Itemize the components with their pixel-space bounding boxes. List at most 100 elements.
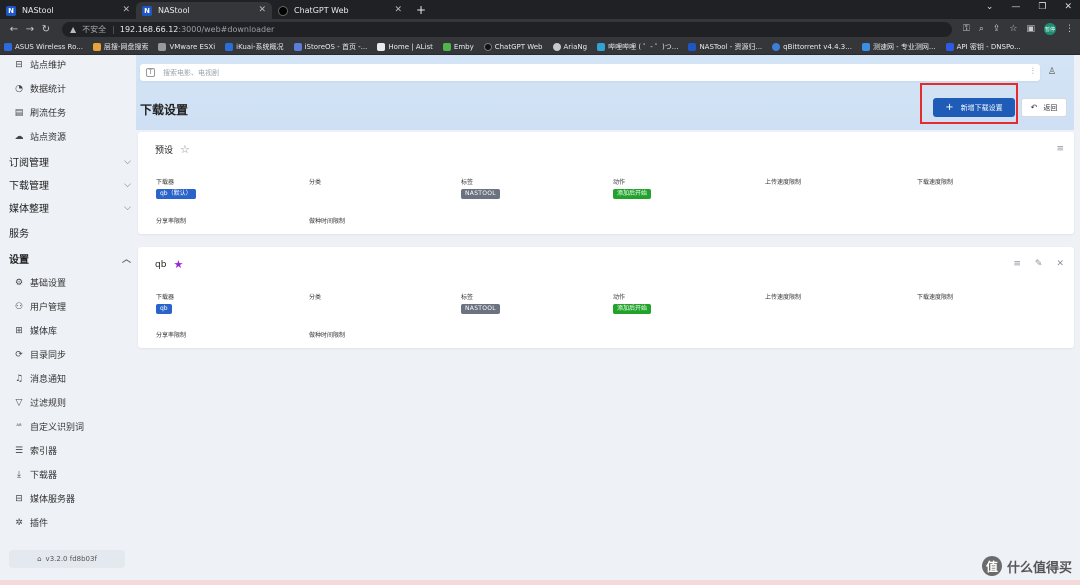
- version-badge[interactable]: ⌂ v3.2.0 fd8b03f: [9, 550, 125, 568]
- sidebar-item-brush-tasks[interactable]: ▤ 刷流任务: [14, 106, 66, 120]
- profile-avatar[interactable]: 暂停: [1044, 23, 1056, 35]
- field-ratio-limit: 分享率限制: [156, 216, 186, 228]
- zoom-icon[interactable]: ⌕: [979, 24, 984, 34]
- bookmark-item[interactable]: iKuai-系统概况: [225, 42, 284, 52]
- sidebar-item-label: 数据统计: [30, 85, 67, 95]
- field-label: 分享率限制: [156, 332, 187, 339]
- return-arrow-icon: ↶: [1030, 103, 1038, 112]
- sidebar-item-media-servers[interactable]: ⊟ 媒体服务器: [14, 492, 75, 506]
- close-tab-icon[interactable]: ✕: [258, 5, 266, 15]
- bookmark-item[interactable]: NASTool - 资源归...: [688, 42, 762, 52]
- bookmark-item[interactable]: qBittorrent v4.4.3...: [772, 42, 852, 51]
- url-input[interactable]: ▲ 不安全 | 192.168.66.12 :3000/web#download…: [62, 21, 952, 37]
- browser-tab-1[interactable]: N NAStool ✕: [0, 2, 136, 19]
- more-menu-icon[interactable]: ⋮: [1065, 24, 1074, 34]
- bookmark-item[interactable]: API 密钥 - DNSPo...: [945, 42, 1021, 52]
- sidebar-item-custom-words[interactable]: ᴬᴮ 自定义识别词: [14, 420, 84, 433]
- reload-icon[interactable]: ↻: [38, 24, 54, 35]
- close-tab-icon[interactable]: ✕: [394, 5, 402, 15]
- field-upload-limit: 上传速度限制: [765, 177, 801, 189]
- field-label: 标签: [461, 179, 474, 186]
- sidebar-item-label: 站点资源: [30, 133, 67, 143]
- menu-icon[interactable]: ≡: [1056, 144, 1064, 154]
- star-filled-icon[interactable]: ★: [173, 258, 183, 271]
- bookmarks-bar: ASUS Wireless Ro... 层搜-网盘搜索 VMware ESXi …: [0, 39, 1080, 55]
- browser-tab-2[interactable]: N NAStool ✕: [136, 2, 272, 19]
- browser-tab-3[interactable]: ChatGPT Web ✕: [272, 2, 408, 19]
- downloader-tag: qb: [156, 304, 172, 314]
- menu-icon[interactable]: ≡: [1013, 259, 1021, 269]
- sidebar-item-indexers[interactable]: ☰ 索引器: [14, 444, 57, 458]
- search-input[interactable]: T 搜索电影、电视剧: [140, 64, 1040, 81]
- bookmark-item[interactable]: ChatGPT Web: [483, 42, 543, 51]
- field-label: 做种时间限制: [309, 218, 346, 225]
- sidebar-group-subscriptions[interactable]: 订阅管理 ⌵: [9, 154, 131, 170]
- bookmark-item[interactable]: 哔哩哔哩 ( ゜- ゜)つ...: [597, 42, 678, 52]
- tag-badge: NASTOOL: [461, 189, 500, 199]
- back-arrow-icon[interactable]: ←: [6, 24, 22, 35]
- bookmark-item[interactable]: iStoreOS - 首页 -...: [293, 42, 367, 52]
- chatgpt-favicon-icon: [278, 5, 288, 16]
- sidebar-item-site-resources[interactable]: ☁ 站点资源: [14, 130, 67, 144]
- action-badge: 添加后开始: [613, 304, 652, 314]
- sidebar-item-users[interactable]: ⚇ 用户管理: [14, 300, 66, 314]
- new-tab-icon[interactable]: +: [416, 3, 426, 17]
- sidebar-group-media[interactable]: 媒体整理 ⌵: [9, 200, 131, 216]
- sidebar-item-library[interactable]: ⊞ 媒体库: [14, 324, 57, 338]
- bookmark-item[interactable]: ASUS Wireless Ro...: [4, 42, 83, 51]
- sidebar-item-downloaders[interactable]: ⤓ 下载器: [14, 468, 57, 482]
- downloader-tag: qb（默认）: [156, 189, 196, 199]
- sidebar-item-statistics[interactable]: ◔ 数据统计: [14, 82, 67, 96]
- bookmark-item[interactable]: Home | AList: [377, 42, 433, 51]
- sidepanel-icon[interactable]: ▣: [1026, 24, 1035, 34]
- bookmark-star-icon[interactable]: ☆: [1009, 24, 1017, 34]
- close-icon[interactable]: ✕: [1056, 259, 1064, 269]
- bookmark-item[interactable]: 层搜-网盘搜索: [92, 42, 148, 52]
- sidebar-item-notifications[interactable]: ♫ 消息通知: [14, 372, 66, 386]
- forward-arrow-icon[interactable]: →: [22, 24, 38, 35]
- bookmark-favicon-icon: [158, 42, 167, 51]
- minimize-icon[interactable]: —: [1011, 2, 1020, 12]
- close-tab-icon[interactable]: ✕: [122, 5, 130, 15]
- chart-pie-icon: ◔: [15, 83, 23, 94]
- bookmark-item[interactable]: Emby: [442, 42, 474, 51]
- user-icon[interactable]: ♙: [1048, 67, 1056, 77]
- clipboard-icon: ▤: [14, 107, 24, 118]
- sidebar-group-downloads[interactable]: 下载管理 ⌵: [9, 177, 131, 193]
- key-icon[interactable]: ⚿: [963, 24, 970, 34]
- sidebar-item-label: 站点维护: [30, 61, 67, 71]
- field-seedtime-limit: 做种时间限制: [309, 330, 345, 342]
- sidebar-item-plugins[interactable]: ✲ 插件: [14, 516, 49, 530]
- card-actions: ≡ ✎ ✕: [1013, 259, 1064, 269]
- bookmark-item[interactable]: AriaNg: [552, 42, 587, 51]
- sidebar-group-services[interactable]: 服务: [9, 225, 131, 240]
- sidebar-group-label: 设置: [9, 255, 29, 266]
- card-actions: ≡: [1056, 144, 1064, 154]
- sidebar-item-filter-rules[interactable]: ▽ 过滤规则: [14, 396, 67, 410]
- bookmark-item[interactable]: 测速网 - 专业测网...: [861, 42, 936, 52]
- sidebar-item-label: 插件: [30, 519, 49, 529]
- bookmark-favicon-icon: [688, 42, 697, 51]
- sidebar-item-site-maintenance[interactable]: ⊟ 站点维护: [14, 58, 67, 72]
- restore-icon[interactable]: ❐: [1038, 2, 1046, 12]
- chevron-down-icon[interactable]: ⌄: [986, 2, 994, 12]
- close-window-icon[interactable]: ✕: [1064, 2, 1072, 12]
- bookmark-favicon-icon: [483, 42, 492, 51]
- bookmark-label: 哔哩哔哩 ( ゜- ゜)つ...: [608, 42, 679, 51]
- sidebar-group-settings[interactable]: 设置 ︿: [9, 251, 131, 266]
- sidebar-item-label: 过滤规则: [30, 399, 67, 409]
- card-title: 预设: [155, 146, 174, 156]
- github-icon: ⌂: [37, 555, 42, 563]
- field-tag: 标签 NASTOOL: [461, 177, 500, 199]
- star-outline-icon[interactable]: ☆: [180, 143, 190, 156]
- bookmark-item[interactable]: VMware ESXi: [158, 42, 215, 51]
- sidebar-group-label: 媒体整理: [9, 204, 49, 215]
- sidebar-item-basic-settings[interactable]: ⚙ 基础设置: [14, 276, 67, 290]
- sidebar-item-label: 基础设置: [30, 279, 67, 289]
- share-icon[interactable]: ⇪: [993, 24, 1001, 34]
- edit-icon[interactable]: ✎: [1035, 259, 1043, 269]
- sliders-icon[interactable]: ⫶: [1032, 67, 1034, 77]
- card-header: qb ★: [155, 258, 183, 271]
- back-button[interactable]: ↶ 返回: [1021, 98, 1067, 117]
- sidebar-item-dir-sync[interactable]: ⟳ 目录同步: [14, 348, 66, 362]
